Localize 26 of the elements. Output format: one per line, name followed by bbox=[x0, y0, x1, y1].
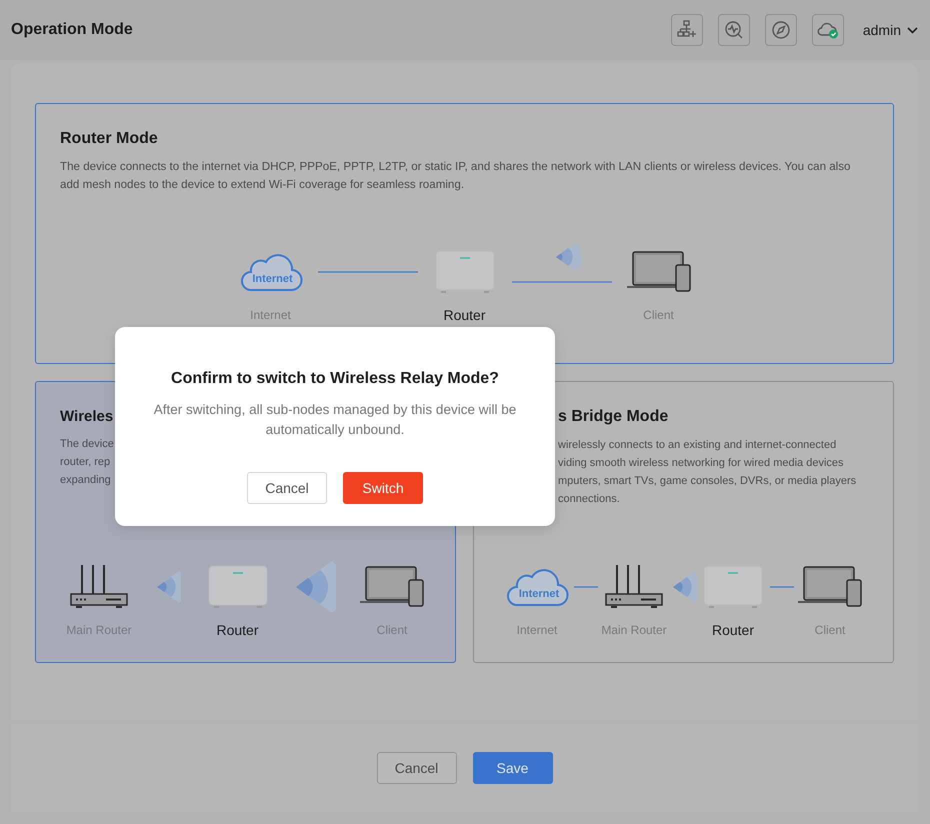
mode-description-line: mputers, smart TVs, game consoles, DVRs, or media players bbox=[558, 474, 856, 489]
mode-description-line: viding smooth wireless networking for wired media devices bbox=[558, 456, 844, 471]
mode-description: The device connects to the internet via DHCP, PPPoE, PPTP, L2TP, or static IP, and shares the network with LAN clients or wireless devices. You can also add mesh nodes to the device to extend Wi-Fi coverage for seamless roaming. bbox=[60, 159, 852, 193]
mode-title: Router Mode bbox=[60, 130, 158, 148]
mode-title: s Bridge Mode bbox=[558, 408, 668, 426]
mode-title: Wireles bbox=[60, 408, 114, 425]
mode-description-line: wirelessly connects to an existing and internet-connected bbox=[558, 438, 836, 453]
mode-description-line: The device bbox=[60, 437, 114, 452]
mode-description-line: expanding bbox=[60, 473, 111, 488]
mode-description-line: connections. bbox=[558, 492, 620, 507]
device-label: Internet bbox=[516, 622, 558, 638]
mode-description-line: router, rep bbox=[60, 455, 110, 470]
dialog-message: After switching, all sub-nodes managed by this device will be automatically unbound. bbox=[152, 401, 518, 439]
page-title: Operation Mode bbox=[11, 21, 134, 39]
device-label: Router bbox=[216, 622, 259, 638]
device-label: Main Router bbox=[66, 622, 132, 638]
internet-cloud: Internet bbox=[238, 250, 302, 294]
internet-cloud: Internet bbox=[505, 565, 569, 609]
device-label: Client bbox=[643, 307, 674, 323]
device-label: Client bbox=[814, 622, 846, 638]
device-label: Main Router bbox=[601, 622, 667, 638]
device-label: Router bbox=[712, 622, 754, 638]
device-label: Internet bbox=[250, 307, 291, 323]
device-label: Router bbox=[443, 307, 486, 323]
dialog-title: Confirm to switch to Wireless Relay Mode? bbox=[170, 370, 500, 388]
device-label: Client bbox=[376, 622, 408, 638]
